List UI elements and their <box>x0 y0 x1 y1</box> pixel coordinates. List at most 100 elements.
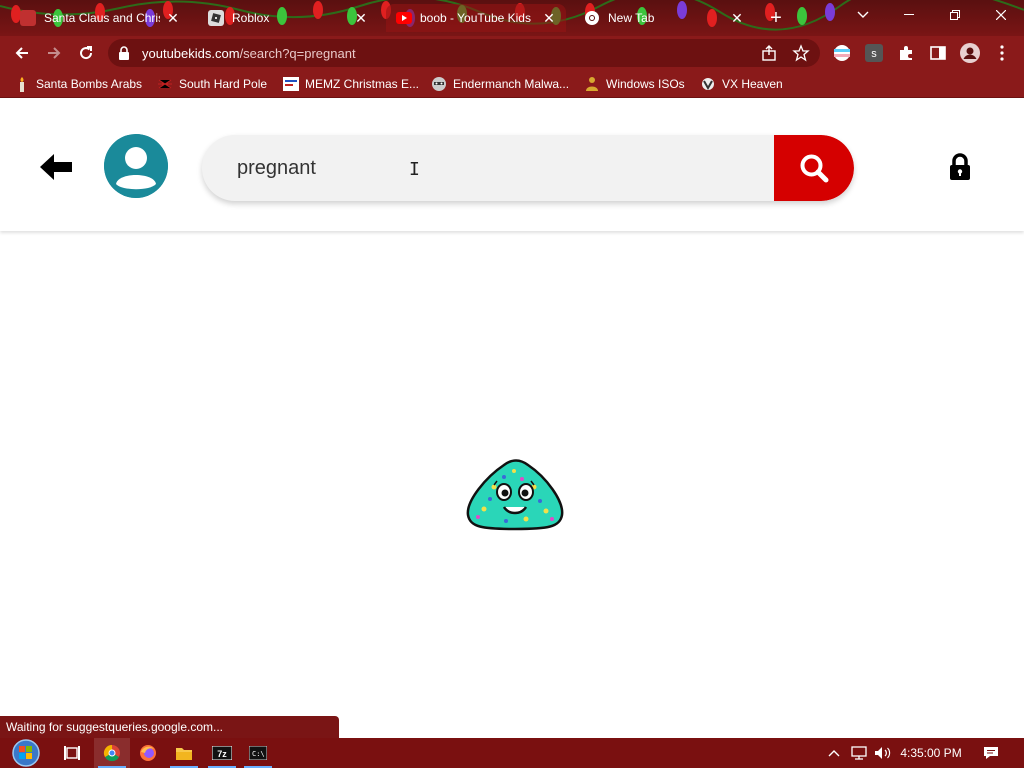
network-button[interactable] <box>848 738 870 768</box>
chrome-icon <box>584 10 600 26</box>
bookmark-label: MEMZ Christmas E... <box>305 77 420 91</box>
show-hidden-icons-button[interactable] <box>826 738 842 768</box>
reload-button[interactable] <box>72 39 100 67</box>
bookmark-vx-heaven[interactable]: VX Heaven <box>700 75 783 93</box>
bookmark-santa-bombs-arabs[interactable]: Santa Bombs Arabs <box>14 75 142 93</box>
page-header: I <box>0 99 1024 231</box>
firefox-icon <box>140 745 156 761</box>
address-bar[interactable]: youtubekids.com/search?q=pregnant <box>108 39 820 67</box>
tab-close-icon[interactable]: ✕ <box>730 11 744 25</box>
chrome-icon <box>103 744 120 762</box>
avatar[interactable] <box>104 134 168 198</box>
tab-strip: Santa Claus and Christ ✕ Roblox ✕ boob -… <box>0 0 1024 36</box>
tab-title: Santa Claus and Christ <box>44 11 160 25</box>
bookmarks-bar: Santa Bombs Arabs South Hard Pole MEMZ C… <box>0 70 1024 98</box>
arrow-right-icon <box>48 47 61 59</box>
back-button[interactable] <box>8 39 36 67</box>
candle-icon <box>14 76 30 92</box>
task-view-button[interactable] <box>54 738 90 768</box>
bookmark-memz-christmas[interactable]: MEMZ Christmas E... <box>283 75 419 93</box>
svg-text:s: s <box>871 48 877 60</box>
clock[interactable]: 4:35:00 PM <box>898 738 964 768</box>
spider-icon <box>157 76 173 92</box>
bookmark-windows-isos[interactable]: Windows ISOs <box>584 75 685 93</box>
roblox-icon <box>208 10 224 26</box>
text-cursor-icon: I <box>409 159 420 180</box>
url-host: youtubekids.com <box>142 46 240 61</box>
tab-title: New Tab <box>608 11 655 25</box>
tab-new-tab[interactable]: New Tab ✕ <box>574 4 754 32</box>
volume-button[interactable] <box>872 738 894 768</box>
screen: Santa Claus and Christ ✕ Roblox ✕ boob -… <box>0 0 1024 768</box>
new-tab-button[interactable]: + <box>764 6 788 30</box>
tab-roblox[interactable]: Roblox ✕ <box>198 4 378 32</box>
file-explorer-icon <box>176 748 192 760</box>
status-bubble: Waiting for suggestqueries.google.com... <box>0 716 339 738</box>
extension-s-icon[interactable]: s <box>864 43 884 63</box>
back-arrow-icon[interactable] <box>38 151 74 183</box>
browser-toolbar: youtubekids.com/search?q=pregnant s <box>0 36 1024 70</box>
close-icon <box>996 10 1006 20</box>
side-panel-icon[interactable] <box>928 43 948 63</box>
buddha-icon <box>584 76 600 92</box>
bookmark-label: Santa Bombs Arabs <box>36 77 143 91</box>
tab-close-icon[interactable]: ✕ <box>166 11 180 25</box>
network-icon <box>851 746 867 760</box>
taskbar-file-explorer[interactable] <box>166 738 202 768</box>
close-window-button[interactable] <box>978 0 1024 30</box>
start-button[interactable] <box>6 738 46 768</box>
taskbar-cmd[interactable]: C:\ <box>240 738 276 768</box>
minimize-icon <box>904 14 914 15</box>
windows-start-icon <box>12 739 40 767</box>
kebab-menu-icon[interactable] <box>992 43 1012 63</box>
reload-icon <box>80 46 93 60</box>
windows-taskbar: 7z C:\ 4:35:00 PM <box>0 738 1024 768</box>
raccoon-icon <box>431 76 447 92</box>
forward-button[interactable] <box>40 39 68 67</box>
bookmark-south-hard-pole[interactable]: South Hard Pole <box>157 75 267 93</box>
vx-icon <box>700 76 716 92</box>
bookmark-endermanch-malware[interactable]: Endermanch Malwa... <box>431 75 569 93</box>
tab-youtube-kids[interactable]: boob - YouTube Kids ✕ <box>386 4 566 32</box>
notifications-button[interactable] <box>978 738 1004 768</box>
parental-lock-icon[interactable] <box>948 153 972 181</box>
extension-flag-icon[interactable] <box>832 43 852 63</box>
tab-close-icon[interactable]: ✕ <box>354 11 368 25</box>
notification-icon <box>984 747 998 759</box>
search-input[interactable] <box>237 135 757 201</box>
taskbar-firefox[interactable] <box>130 738 166 768</box>
profile-icon[interactable] <box>960 43 980 63</box>
bookmark-label: Windows ISOs <box>606 77 685 91</box>
memz-icon <box>283 76 299 92</box>
task-view-icon <box>64 746 80 760</box>
puzzle-icon[interactable] <box>896 43 916 63</box>
search-button[interactable] <box>774 135 854 201</box>
restore-button[interactable] <box>932 0 978 30</box>
7zip-icon: 7z <box>212 746 232 760</box>
bookmark-star-icon[interactable] <box>792 44 810 62</box>
url-path: /search?q=pregnant <box>239 46 356 61</box>
lock-icon[interactable] <box>118 46 130 60</box>
search-bar <box>202 135 854 201</box>
tab-title: boob - YouTube Kids <box>420 11 531 25</box>
url-text[interactable]: youtubekids.com/search?q=pregnant <box>142 46 356 61</box>
minimize-button[interactable] <box>886 0 932 30</box>
share-icon[interactable] <box>760 44 778 62</box>
bookmark-label: South Hard Pole <box>179 77 268 91</box>
doc-icon <box>20 10 36 26</box>
svg-text:C:\: C:\ <box>252 750 265 758</box>
cmd-icon: C:\ <box>249 746 267 760</box>
restore-icon <box>950 10 960 20</box>
bookmark-label: VX Heaven <box>722 77 783 91</box>
tab-santa-claus[interactable]: Santa Claus and Christ ✕ <box>10 4 190 32</box>
youtube-kids-page: I <box>0 99 1024 738</box>
youtube-icon <box>396 10 412 26</box>
taskbar-chrome[interactable] <box>94 738 130 768</box>
loading-mascot-icon <box>466 459 564 531</box>
speaker-icon <box>875 747 891 759</box>
profile-avatar-icon <box>104 134 168 198</box>
taskbar-7zip[interactable]: 7z <box>204 738 240 768</box>
tab-search-button[interactable] <box>840 0 886 30</box>
tab-close-icon[interactable]: ✕ <box>542 11 556 25</box>
arrow-left-icon <box>15 47 28 59</box>
